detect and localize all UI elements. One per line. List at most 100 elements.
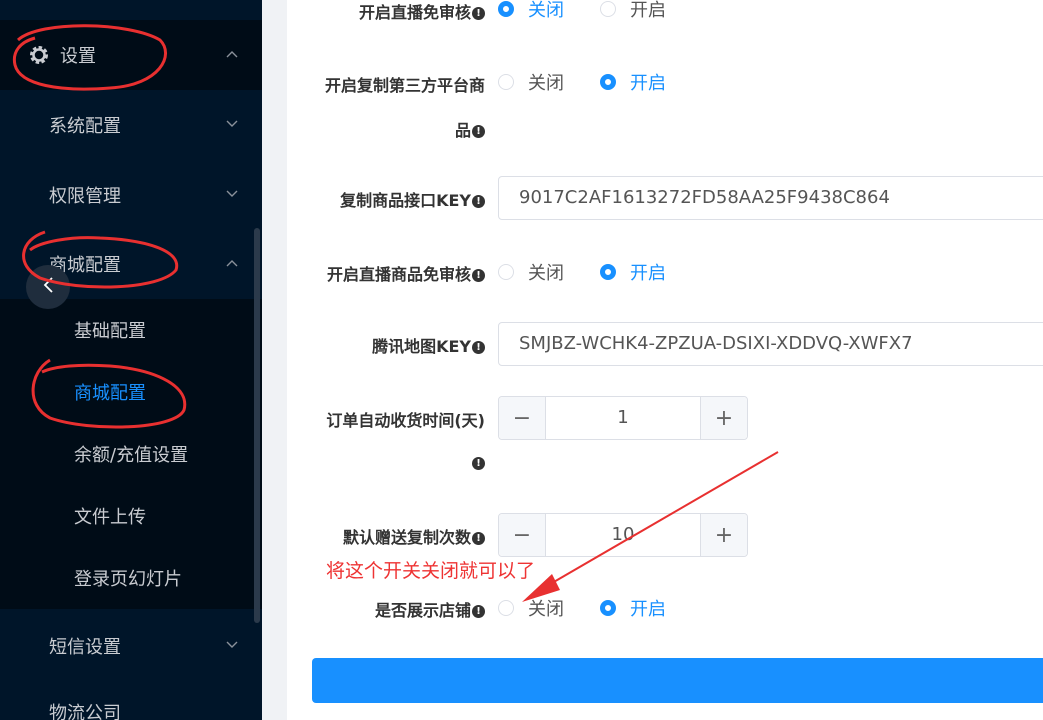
sidebar-scrollbar[interactable] — [254, 228, 260, 623]
tencent-map-key-input[interactable]: SMJBZ-WCHK4-ZPZUA-DSIXI-XDDVQ-XWFX7 — [498, 322, 1043, 366]
label-text: 开启直播商品免审核 — [326, 265, 471, 284]
sidebar: 设置 系统配置 权限管理 商城配置 基础配置 商城配置 余额/充值设置 文件上传… — [0, 0, 262, 720]
radio-label: 开启 — [630, 263, 666, 284]
radio-circle — [600, 1, 616, 17]
radio-off[interactable]: 关闭 — [498, 595, 564, 621]
info-icon[interactable]: ! — [472, 457, 485, 470]
radio-on[interactable]: 开启 — [600, 259, 666, 285]
sidebar-subitem-mall[interactable]: 商城配置 — [0, 361, 262, 423]
stepper-value[interactable]: 1 — [546, 397, 700, 439]
radio-off[interactable]: 关闭 — [498, 259, 564, 285]
sidebar-subitem-upload[interactable]: 文件上传 — [0, 485, 262, 547]
form-row-show-store: 是否展示店铺! — [300, 597, 485, 621]
increment-button[interactable]: + — [700, 397, 747, 439]
radio-on[interactable]: 开启 — [600, 0, 666, 22]
sidebar-item-system-config[interactable]: 系统配置 — [0, 90, 262, 160]
radio-off[interactable]: 关闭 — [498, 0, 564, 22]
copy-api-key-input[interactable]: 9017C2AF1613272FD58AA25F9438C864 — [498, 176, 1043, 220]
sidebar-item-label: 系统配置 — [49, 116, 121, 137]
stepper-value[interactable]: 10 — [546, 514, 700, 556]
info-icon[interactable]: ! — [472, 195, 485, 208]
sidebar-item-label: 基础配置 — [74, 321, 146, 342]
info-icon[interactable]: ! — [472, 7, 485, 20]
sidebar-item-label: 短信设置 — [49, 637, 121, 658]
radio-circle — [600, 600, 616, 616]
sidebar-item-label: 商城配置 — [74, 383, 146, 404]
chevron-up-icon — [226, 259, 238, 269]
sidebar-item-label: 权限管理 — [49, 186, 121, 207]
info-icon[interactable]: ! — [472, 605, 485, 618]
radio-circle — [498, 600, 514, 616]
sidebar-item-label: 文件上传 — [74, 507, 146, 528]
gear-icon — [28, 44, 50, 70]
form-label: 订单自动收货时间(天) — [326, 411, 485, 430]
radio-label: 开启 — [630, 73, 666, 94]
form-row-live-product-free-review: 开启直播商品免审核! — [300, 261, 485, 285]
live-product-free-review-radio-group: 关闭 开启 — [498, 260, 702, 284]
sidebar-item-label: 设置 — [60, 46, 96, 67]
show-store-radio-group: 关闭 开启 — [498, 596, 702, 620]
submit-button[interactable] — [312, 658, 1043, 703]
sidebar-item-sms[interactable]: 短信设置 — [0, 611, 262, 681]
radio-circle — [498, 1, 514, 17]
form-row-default-copy-count: 默认赠送复制次数! — [300, 524, 485, 548]
sidebar-item-label: 余额/充值设置 — [74, 445, 189, 466]
radio-off[interactable]: 关闭 — [498, 69, 564, 95]
chevron-down-icon — [226, 190, 238, 200]
sidebar-subitem-basic[interactable]: 基础配置 — [0, 299, 262, 361]
sidebar-item-permission[interactable]: 权限管理 — [0, 160, 262, 230]
chevron-down-icon — [226, 641, 238, 651]
form-label: 开启直播商品免审核! — [327, 261, 485, 285]
minus-icon: − — [512, 405, 532, 431]
label-text: 腾讯地图KEY — [372, 337, 471, 356]
form-row-auto-receive-days: 订单自动收货时间(天) ! — [300, 407, 485, 477]
sidebar-item-label: 物流公司 — [49, 703, 121, 720]
sidebar-subitem-login-slides[interactable]: 登录页幻灯片 — [0, 547, 262, 609]
form-row-copy-api-key: 复制商品接口KEY! — [300, 187, 485, 211]
sidebar-item-logistics[interactable]: 物流公司 — [0, 677, 262, 720]
form-label-line2: 品! — [455, 117, 485, 141]
minus-icon: − — [512, 522, 532, 548]
label-text: 品 — [454, 121, 471, 140]
chevron-down-icon — [226, 120, 238, 130]
radio-circle — [498, 74, 514, 90]
chevron-left-icon — [42, 276, 54, 298]
collapse-sidebar-button[interactable] — [26, 265, 70, 309]
radio-circle — [600, 74, 616, 90]
chevron-up-icon — [226, 50, 238, 60]
radio-label: 开启 — [630, 0, 666, 21]
label-text: 是否展示店铺 — [374, 601, 471, 620]
form-label-line2: ! — [471, 453, 485, 472]
radio-on[interactable]: 开启 — [600, 595, 666, 621]
copy-third-party-radio-group: 关闭 开启 — [498, 70, 702, 94]
form-label: 开启直播免审核! — [359, 0, 485, 23]
info-icon[interactable]: ! — [472, 125, 485, 138]
sidebar-subitem-balance[interactable]: 余额/充值设置 — [0, 423, 262, 485]
info-icon[interactable]: ! — [472, 341, 485, 354]
form-label: 腾讯地图KEY! — [372, 333, 485, 357]
info-icon[interactable]: ! — [472, 269, 485, 282]
radio-circle — [498, 264, 514, 280]
default-copy-count-stepper: − 10 + — [498, 513, 748, 557]
radio-label: 关闭 — [528, 73, 564, 94]
radio-on[interactable]: 开启 — [600, 69, 666, 95]
radio-circle — [600, 264, 616, 280]
form-label: 复制商品接口KEY! — [340, 187, 485, 211]
decrement-button[interactable]: − — [499, 514, 546, 556]
increment-button[interactable]: + — [700, 514, 747, 556]
form-row-live-free-review: 开启直播免审核! — [300, 0, 485, 23]
sidebar-item-label: 登录页幻灯片 — [74, 569, 182, 590]
plus-icon: + — [714, 405, 734, 431]
live-free-review-radio-group: 关闭 开启 — [498, 0, 702, 21]
decrement-button[interactable]: − — [499, 397, 546, 439]
form-label: 是否展示店铺! — [375, 597, 485, 621]
info-icon[interactable]: ! — [472, 532, 485, 545]
form-row-copy-third-party: 开启复制第三方平台商 品! — [300, 70, 485, 140]
sidebar-item-settings[interactable]: 设置 — [0, 20, 262, 90]
plus-icon: + — [714, 522, 734, 548]
form-row-tencent-map-key: 腾讯地图KEY! — [300, 333, 485, 357]
label-text: 默认赠送复制次数 — [342, 528, 471, 547]
label-text: 开启直播免审核 — [358, 3, 471, 22]
radio-label: 开启 — [630, 599, 666, 620]
radio-label: 关闭 — [528, 0, 564, 21]
